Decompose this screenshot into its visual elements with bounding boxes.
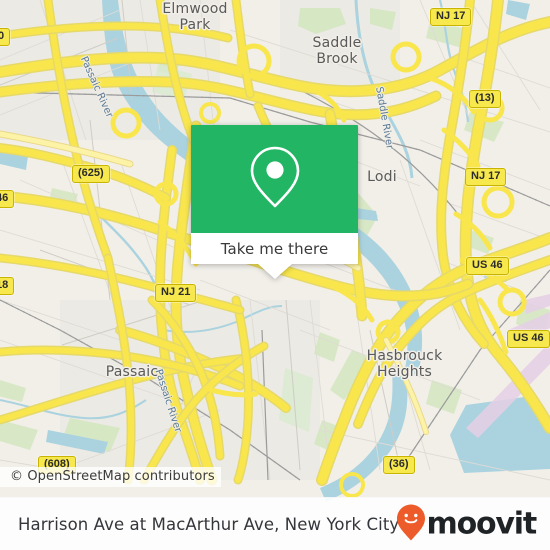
take-me-there-label: Take me there bbox=[220, 239, 329, 258]
road-shield: US 46 bbox=[507, 330, 550, 348]
road-shield: (36) bbox=[383, 456, 415, 474]
popup-header bbox=[191, 125, 358, 233]
moovit-logo[interactable]: moovit bbox=[396, 503, 538, 546]
road-shield: US 46 bbox=[466, 257, 509, 275]
road-shield: 0 bbox=[0, 28, 11, 46]
road-shield: (625) bbox=[72, 165, 110, 183]
osm-attribution[interactable]: © OpenStreetMap contributors bbox=[0, 467, 221, 487]
road-shield: (13) bbox=[469, 90, 501, 108]
page-title: Harrison Ave at MacArthur Ave, New York … bbox=[18, 515, 400, 534]
road-shield: NJ 17 bbox=[430, 8, 472, 26]
footer-bar: Harrison Ave at MacArthur Ave, New York … bbox=[0, 497, 550, 550]
popup-pointer-tail bbox=[257, 264, 292, 279]
road-shield: 46 bbox=[0, 190, 15, 208]
road-shield: 18 bbox=[0, 277, 15, 295]
moovit-pin-smile-icon bbox=[396, 503, 426, 546]
map-screenshot: .wtr{fill:#aad3df;} .wline{fill:none;str… bbox=[0, 0, 550, 550]
take-me-there-button[interactable]: Take me there bbox=[191, 233, 358, 264]
road-shield: NJ 21 bbox=[155, 284, 197, 302]
location-popup[interactable]: Take me there bbox=[191, 125, 358, 279]
moovit-wordmark: moovit bbox=[426, 506, 538, 542]
map-pin-icon bbox=[247, 144, 303, 215]
road-shield: NJ 17 bbox=[465, 168, 507, 186]
